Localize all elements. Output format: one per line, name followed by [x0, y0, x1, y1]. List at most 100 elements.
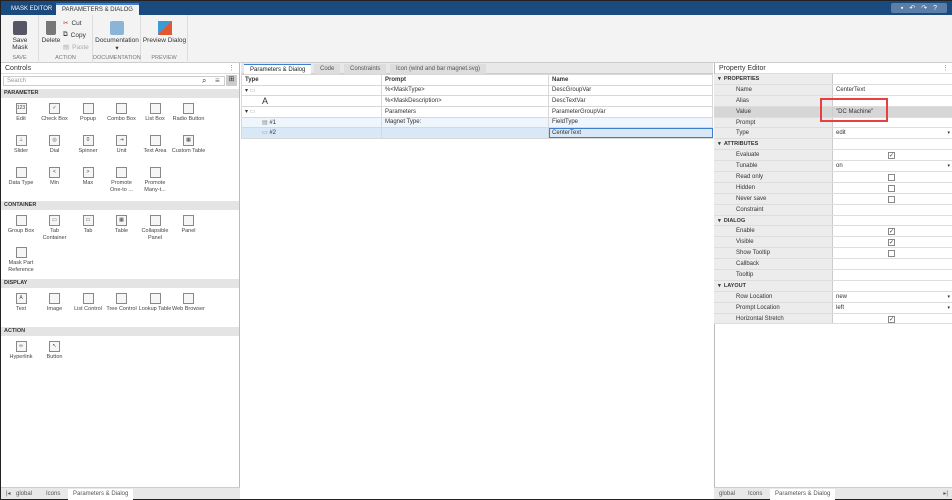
grid-view-icon[interactable]: ⊞ [226, 75, 237, 86]
control-combo-box[interactable]: Combo Box [105, 103, 139, 123]
prompt-cell[interactable]: Parameters [381, 106, 549, 118]
save-icon[interactable]: ▪ [901, 5, 903, 12]
control-image[interactable]: Image [38, 293, 72, 313]
control-custom-table[interactable]: ▦ Custom Table [172, 135, 206, 155]
control-dial[interactable]: ◎ Dial [38, 135, 72, 155]
table-row-selected[interactable]: ▭ #2 CenterText [241, 127, 713, 139]
checkbox[interactable]: ✓ [888, 152, 895, 160]
help-icon[interactable]: ? [933, 5, 937, 12]
column-header-prompt[interactable]: Prompt [381, 74, 549, 86]
control-data-type[interactable]: Data Type [4, 167, 38, 187]
checkbox[interactable]: ✓ [888, 239, 895, 247]
control-check-box[interactable]: ✓ Check Box [38, 103, 72, 123]
prompt-cell[interactable]: Magnet Type: [381, 116, 549, 128]
collapse-icon[interactable]: ▾ [718, 283, 721, 289]
redo-icon[interactable]: ↷ [921, 4, 927, 12]
control-lookup-table[interactable]: Lookup Table [138, 293, 172, 313]
tab-parameters-dialog[interactable]: PARAMETERS & DIALOG [56, 3, 139, 15]
control-list-control[interactable]: List Control [71, 293, 105, 313]
control-tab[interactable]: ▭ Tab [71, 215, 105, 235]
control-promote-one-to[interactable]: Promote One-to ... [105, 167, 139, 194]
control-promote-many-t[interactable]: Promote Many-t... [138, 167, 172, 194]
tab-code[interactable]: Code [314, 64, 341, 74]
column-header-name[interactable]: Name [548, 74, 713, 86]
tab-global[interactable]: global [11, 489, 37, 500]
control-button[interactable]: ↖ Button [38, 341, 72, 361]
prompt-cell[interactable]: %<MaskDescription> [381, 95, 549, 107]
control-table[interactable]: ▦ Table [105, 215, 139, 235]
control-tab-container[interactable]: ▭ Tab Container [38, 215, 72, 242]
tab-icons[interactable]: Icons [743, 489, 767, 500]
tab-global[interactable]: global [714, 489, 740, 500]
control-collapsible-panel[interactable]: Collapsible Panel [138, 215, 172, 242]
more-options-icon[interactable]: ⋮ [942, 63, 949, 74]
never-save-checkbox[interactable] [833, 194, 952, 204]
control-slider[interactable]: ⊥ Slider [4, 135, 38, 155]
hidden-checkbox[interactable] [833, 183, 952, 193]
type-value[interactable]: edit ▾ [833, 128, 952, 138]
control-web-browser[interactable]: Web Browser [172, 293, 206, 313]
expand-icon[interactable]: ▾ [245, 88, 248, 94]
tab-icons[interactable]: Icons [41, 489, 65, 500]
control-hyperlink[interactable]: ∞ Hyperlink [4, 341, 38, 361]
control-edit[interactable]: 123 Edit [4, 103, 38, 123]
paste-button[interactable]: ▤ Paste [63, 43, 89, 52]
control-panel[interactable]: Panel [172, 215, 206, 235]
control-mask-part-reference[interactable]: Mask Part Reference [4, 247, 38, 274]
expand-icon[interactable]: ▾ [245, 109, 248, 115]
control-text-area[interactable]: Text Area [138, 135, 172, 155]
table-row[interactable]: ▾ ▭ Parameters ParameterGroupVar [241, 106, 713, 118]
read-only-checkbox[interactable] [833, 172, 952, 182]
dropdown-arrow-icon[interactable]: ▾ [947, 303, 950, 314]
last-tab-icon[interactable]: ▸| [938, 489, 952, 500]
delete-button[interactable]: Delete [41, 21, 61, 44]
checkbox[interactable]: ✓ [888, 315, 895, 323]
horizontal-stretch-checkbox[interactable]: ✓ [833, 314, 952, 324]
list-view-icon[interactable]: ≡ [215, 76, 220, 85]
name-cell[interactable]: CenterText [548, 127, 713, 139]
save-mask-button[interactable]: Save Mask [4, 21, 36, 51]
undo-icon[interactable]: ↶ [909, 4, 915, 12]
enable-checkbox[interactable]: ✓ [833, 226, 952, 236]
visible-checkbox[interactable]: ✓ [833, 237, 952, 247]
section-dialog[interactable]: ▾ DIALOG [714, 215, 952, 227]
control-tree-control[interactable]: Tree Control [105, 293, 139, 313]
control-unit[interactable]: ⇥ Unit [105, 135, 139, 155]
checkbox[interactable] [888, 250, 895, 258]
checkbox[interactable] [888, 184, 895, 192]
table-row[interactable]: ▤ #1 Magnet Type: FieldType [241, 116, 713, 128]
prompt-cell[interactable]: %<MaskType> [381, 84, 549, 96]
control-radio-button[interactable]: Radio Button [172, 103, 206, 123]
collapse-icon[interactable]: ▾ [718, 218, 721, 224]
name-cell[interactable]: FieldType [548, 116, 713, 128]
more-options-icon[interactable]: ⋮ [228, 63, 235, 74]
tab-constraints[interactable]: Constraints [344, 64, 387, 74]
cut-button[interactable]: ✂ Cut [63, 19, 82, 28]
prompt-location-value[interactable]: left ▾ [833, 303, 952, 313]
tunable-value[interactable]: on ▾ [833, 161, 952, 171]
dropdown-arrow-icon[interactable]: ▾ [947, 128, 950, 139]
table-row[interactable]: A %<MaskDescription> DescTextVar [241, 95, 713, 107]
tab-mask-editor[interactable]: MASK EDITOR [5, 3, 58, 15]
checkbox[interactable] [888, 174, 895, 182]
name-value[interactable]: CenterText [833, 85, 952, 95]
preview-dialog-button[interactable]: Preview Dialog [142, 21, 187, 44]
control-spinner[interactable]: 0 Spinner [71, 135, 105, 155]
table-row[interactable]: ▾ ▭ %<MaskType> DescGroupVar [241, 84, 713, 96]
name-cell[interactable]: DescTextVar [548, 95, 713, 107]
tab-parameters-dialog-bottom[interactable]: Parameters & Dialog [68, 489, 134, 500]
search-input[interactable]: Search [3, 76, 225, 86]
collapse-icon[interactable]: ▾ [718, 76, 721, 82]
name-cell[interactable]: ParameterGroupVar [548, 106, 713, 118]
name-cell[interactable]: DescGroupVar [548, 84, 713, 96]
control-list-box[interactable]: List Box [138, 103, 172, 123]
control-min[interactable]: < Min [38, 167, 72, 187]
documentation-button[interactable]: Documentation ▾ [94, 21, 140, 52]
tooltip-value[interactable] [833, 270, 952, 280]
copy-button[interactable]: ⧉ Copy [63, 31, 86, 39]
dropdown-arrow-icon[interactable]: ▾ [947, 292, 950, 303]
control-max[interactable]: > Max [71, 167, 105, 187]
section-attributes[interactable]: ▾ ATTRIBUTES [714, 139, 952, 151]
checkbox[interactable]: ✓ [888, 228, 895, 236]
section-properties[interactable]: ▾ PROPERTIES [714, 74, 952, 85]
